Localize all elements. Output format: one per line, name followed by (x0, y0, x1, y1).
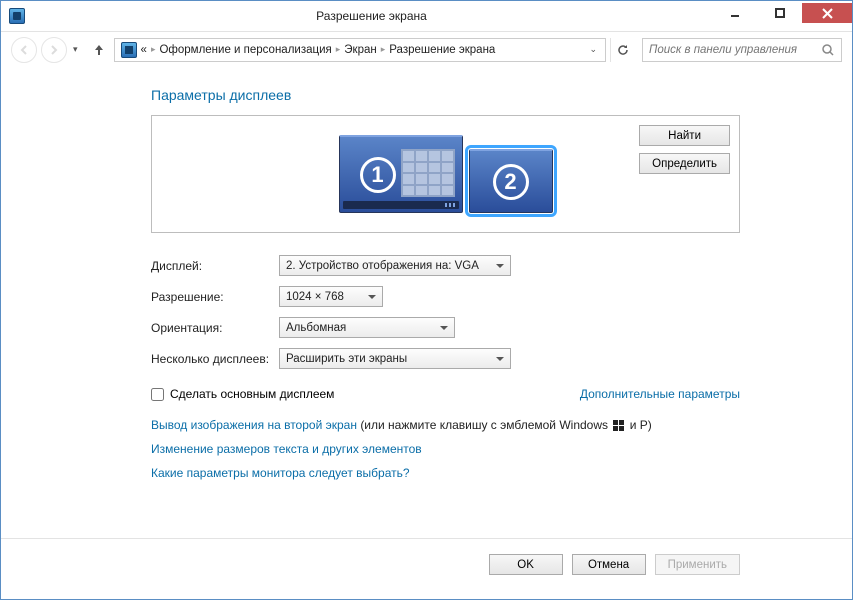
monitor-1-taskbar-icon (343, 201, 459, 209)
multi-display-label: Несколько дисплеев: (151, 352, 279, 366)
display-panel: Найти Определить 1 2 (151, 115, 740, 233)
footer-separator (1, 538, 852, 539)
minimize-button[interactable] (712, 3, 757, 23)
monitor-1-desktop-icon (401, 149, 455, 197)
project-hint-text-1: (или нажмите клавишу с эмблемой Windows (360, 418, 611, 432)
monitor-2-number: 2 (493, 164, 529, 200)
breadcrumb-seg-3[interactable]: Разрешение экрана (389, 44, 495, 56)
chevron-right-icon: ▸ (151, 44, 156, 55)
breadcrumb-seg-1[interactable]: Оформление и персонализация (159, 44, 331, 56)
apply-button[interactable]: Применить (655, 554, 740, 575)
make-primary-checkbox[interactable] (151, 388, 164, 401)
identify-button[interactable]: Определить (639, 153, 730, 174)
resolution-label: Разрешение: (151, 290, 279, 304)
ok-button[interactable]: OK (489, 554, 563, 575)
dialog-buttons: OK Отмена Применить (489, 554, 740, 575)
monitor-1[interactable]: 1 (339, 135, 463, 213)
multi-display-select[interactable]: Расширить эти экраны (279, 348, 511, 369)
chevron-right-icon: ▸ (381, 44, 386, 55)
breadcrumb-seg-2[interactable]: Экран (344, 44, 376, 56)
maximize-button[interactable] (757, 3, 802, 23)
advanced-settings-link[interactable]: Дополнительные параметры (580, 387, 740, 401)
orientation-select[interactable]: Альбомная (279, 317, 455, 338)
search-icon (821, 43, 835, 57)
text-size-link[interactable]: Изменение размеров текста и других элеме… (151, 442, 422, 456)
page-title: Параметры дисплеев (151, 87, 740, 103)
history-dropdown-icon[interactable]: ▾ (73, 44, 78, 55)
breadcrumb-ellipsis[interactable]: « (141, 44, 147, 56)
search-box[interactable] (642, 38, 842, 62)
display-select[interactable]: 2. Устройство отображения на: VGA (279, 255, 511, 276)
app-icon (9, 8, 25, 24)
display-label: Дисплей: (151, 259, 279, 273)
help-link[interactable]: Какие параметры монитора следует выбрать… (151, 466, 410, 480)
monitor-1-number: 1 (360, 157, 396, 193)
titlebar: Разрешение экрана (1, 1, 852, 31)
search-input[interactable] (649, 44, 821, 56)
address-icon (121, 42, 137, 58)
resolution-select[interactable]: 1024 × 768 (279, 286, 383, 307)
content-area: Параметры дисплеев Найти Определить 1 2 … (151, 87, 740, 485)
settings-form: Дисплей: 2. Устройство отображения на: V… (151, 255, 740, 369)
navbar: ▾ « ▸ Оформление и персонализация ▸ Экра… (1, 31, 852, 67)
make-primary-label: Сделать основным дисплеем (170, 387, 334, 401)
up-button[interactable] (88, 39, 110, 61)
address-bar[interactable]: « ▸ Оформление и персонализация ▸ Экран … (114, 38, 606, 62)
close-button[interactable] (802, 3, 852, 23)
cancel-button[interactable]: Отмена (572, 554, 646, 575)
project-second-screen-link[interactable]: Вывод изображения на второй экран (151, 418, 357, 432)
project-hint-text-2: и P) (630, 418, 652, 432)
orientation-label: Ориентация: (151, 321, 279, 335)
refresh-button[interactable] (610, 38, 634, 62)
address-dropdown-icon[interactable]: ⌄ (583, 44, 603, 55)
links-section: Вывод изображения на второй экран (или н… (151, 413, 740, 485)
monitor-2[interactable]: 2 (469, 149, 553, 213)
monitor-arrangement[interactable]: 1 2 (339, 135, 553, 213)
windows-logo-icon (613, 420, 624, 431)
forward-button[interactable] (41, 37, 67, 63)
find-button[interactable]: Найти (639, 125, 730, 146)
chevron-right-icon: ▸ (336, 44, 341, 55)
back-button[interactable] (11, 37, 37, 63)
window-title: Разрешение экрана (31, 9, 712, 23)
